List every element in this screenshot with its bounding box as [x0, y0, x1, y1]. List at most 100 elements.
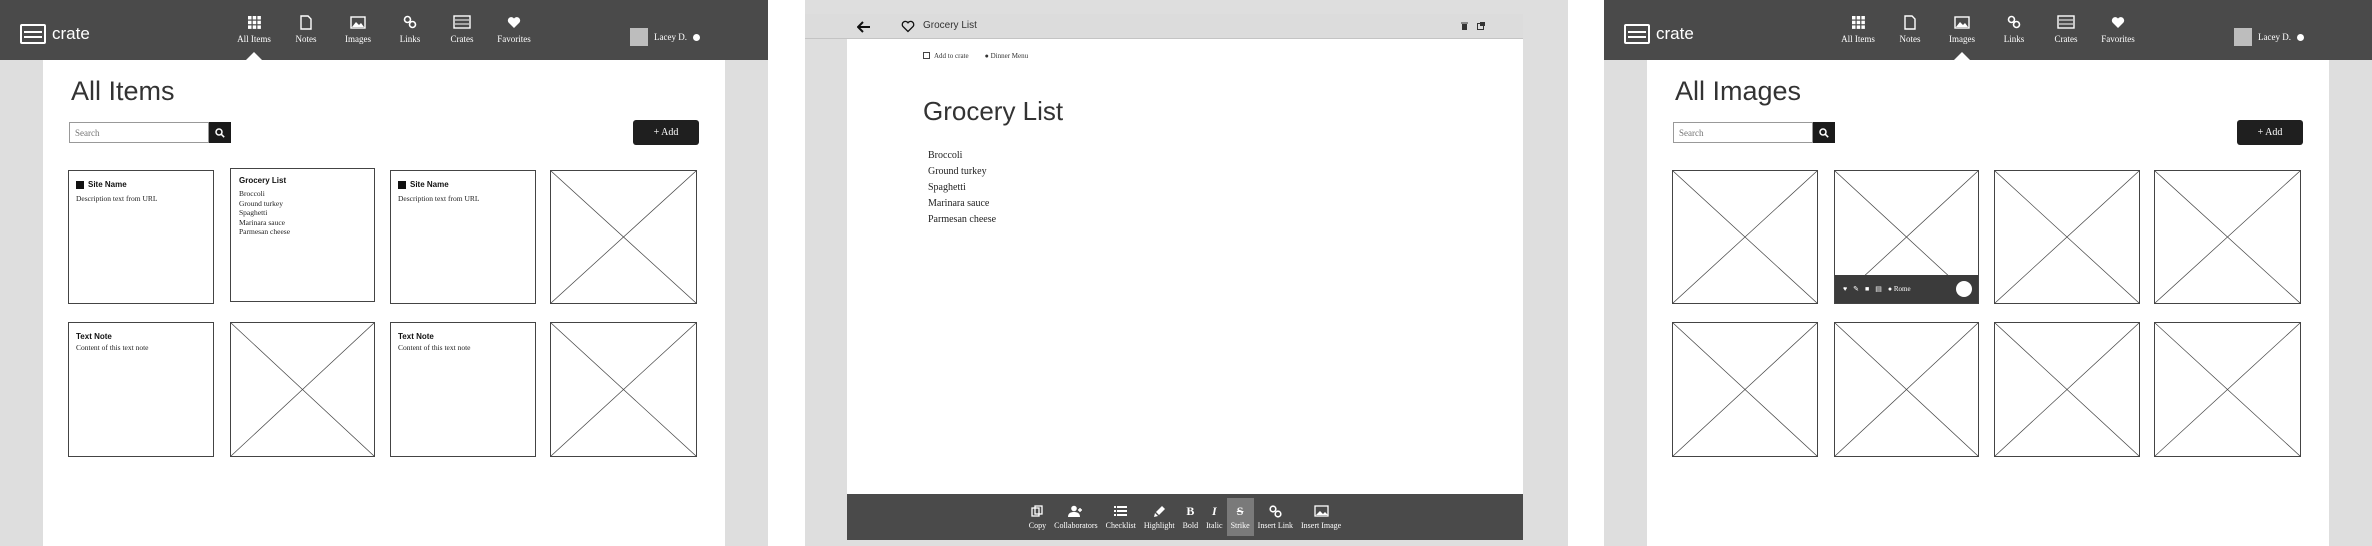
- avatar: [630, 28, 649, 46]
- tag-chip[interactable]: ● Rome: [1888, 285, 1911, 293]
- image-placeholder: [231, 323, 374, 456]
- toolbar-label: Insert Image: [1301, 521, 1342, 530]
- nav-item-links[interactable]: Links: [384, 13, 436, 60]
- note-card[interactable]: Text Note Content of this text note: [390, 322, 536, 457]
- nav-item-images[interactable]: Images: [332, 13, 384, 60]
- add-to-crate-label: Add to crate: [934, 52, 969, 60]
- nav-item-all-items[interactable]: All Items: [1832, 13, 1884, 60]
- note-icon: [1904, 13, 1916, 31]
- logo[interactable]: crate: [20, 24, 90, 44]
- image-placeholder: [1835, 323, 1978, 456]
- image-placeholder: [1995, 171, 2139, 303]
- site-favicon-icon: [398, 180, 406, 189]
- top-nav-bar: crate All Items Notes Images Links Crate…: [0, 0, 768, 61]
- nav-label: Favorites: [497, 34, 531, 44]
- editor-header-actions: [1461, 22, 1485, 30]
- search-button[interactable]: [209, 122, 231, 143]
- search-input[interactable]: [1673, 122, 1813, 143]
- user-menu[interactable]: Lacey D.: [2234, 28, 2304, 46]
- search-bar: [69, 122, 231, 143]
- nav-item-images[interactable]: Images: [1936, 13, 1988, 61]
- card-title: Text Note: [76, 332, 112, 341]
- nav-label: Images: [1949, 34, 1975, 44]
- nav-item-favorites[interactable]: Favorites: [488, 13, 540, 60]
- search-button[interactable]: [1813, 122, 1835, 143]
- link-card[interactable]: Site Name Description text from URL: [68, 170, 214, 304]
- main-content: All Items + Add Site Name Description te…: [43, 60, 725, 546]
- image-card[interactable]: [1994, 170, 2140, 304]
- strike-button[interactable]: S Strike: [1226, 498, 1254, 536]
- nav-label: Crates: [2054, 34, 2078, 44]
- toolbar-label: Checklist: [1105, 521, 1136, 530]
- note-title[interactable]: Grocery List: [923, 96, 1063, 127]
- copy-button[interactable]: Copy: [1025, 498, 1050, 536]
- image-placeholder: [1673, 171, 1817, 303]
- image-card-hovered[interactable]: ♥ ✎ ■ ▤ ● Rome: [1834, 170, 1979, 304]
- image-card[interactable]: [550, 170, 697, 304]
- add-to-crate-link[interactable]: Add to crate: [923, 52, 969, 60]
- heart-icon[interactable]: ♥: [1843, 285, 1847, 293]
- insert-link-button[interactable]: Insert Link: [1254, 498, 1297, 536]
- list-item: Ground turkey: [239, 198, 283, 208]
- note-card[interactable]: Grocery List Broccoli Ground turkey Spag…: [230, 168, 375, 302]
- image-card[interactable]: [1994, 322, 2140, 457]
- nav-label: All Items: [237, 34, 271, 44]
- trash-icon[interactable]: [1461, 22, 1468, 30]
- search-input[interactable]: [69, 122, 209, 143]
- collaborators-button[interactable]: Collaborators: [1050, 498, 1102, 536]
- back-button[interactable]: [856, 20, 871, 38]
- logo-text: crate: [52, 24, 90, 43]
- favorite-button[interactable]: [901, 20, 915, 38]
- user-menu[interactable]: Lacey D.: [630, 28, 700, 46]
- image-card[interactable]: [2154, 322, 2301, 457]
- tag-chip[interactable]: ● Dinner Menu: [985, 52, 1029, 60]
- note-body[interactable]: Broccoli Ground turkey Spaghetti Marinar…: [928, 148, 996, 228]
- card-title-text: Site Name: [88, 180, 127, 189]
- bold-button[interactable]: B Bold: [1179, 498, 1203, 536]
- image-placeholder: [551, 323, 696, 456]
- image-action-bar: ♥ ✎ ■ ▤ ● Rome: [1835, 275, 1978, 303]
- italic-button[interactable]: I Italic: [1202, 498, 1226, 536]
- add-button[interactable]: + Add: [2237, 120, 2303, 145]
- image-card[interactable]: [2154, 170, 2301, 304]
- open-external-icon[interactable]: [1477, 22, 1485, 30]
- image-card[interactable]: [1834, 322, 1979, 457]
- main-nav: All Items Notes Images Links Crates Favo…: [228, 13, 540, 61]
- logo[interactable]: crate: [1624, 24, 1694, 44]
- list-item: Spaghetti: [239, 208, 268, 217]
- nav-item-notes[interactable]: Notes: [1884, 13, 1936, 60]
- image-card[interactable]: [230, 322, 375, 457]
- nav-item-notes[interactable]: Notes: [280, 13, 332, 60]
- select-checkbox[interactable]: [1956, 281, 1972, 297]
- crate-icon[interactable]: ▤: [1875, 285, 1882, 293]
- note-card[interactable]: Text Note Content of this text note: [68, 322, 214, 457]
- search-icon: [215, 127, 225, 138]
- add-button[interactable]: + Add: [633, 120, 699, 145]
- checklist-button[interactable]: Checklist: [1102, 498, 1140, 536]
- image-card[interactable]: [550, 322, 697, 457]
- list-item: Marinara sauce: [239, 217, 286, 227]
- nav-item-all-items[interactable]: All Items: [228, 13, 280, 61]
- insert-image-button[interactable]: Insert Image: [1297, 498, 1345, 536]
- image-card[interactable]: [1672, 170, 1818, 304]
- nav-item-links[interactable]: Links: [1988, 13, 2040, 60]
- card-checklist: Broccoli Ground turkey Spaghetti Marinar…: [239, 189, 366, 237]
- image-placeholder: [2155, 323, 2300, 456]
- nav-item-crates[interactable]: Crates: [2040, 13, 2092, 60]
- image-icon: [350, 13, 366, 31]
- nav-item-favorites[interactable]: Favorites: [2092, 13, 2144, 60]
- tag-label: Rome: [1893, 285, 1911, 293]
- nav-item-crates[interactable]: Crates: [436, 13, 488, 60]
- toolbar-label: Bold: [1182, 521, 1199, 530]
- edit-icon[interactable]: ✎: [1853, 285, 1859, 293]
- gear-icon[interactable]: [693, 33, 700, 41]
- trash-icon[interactable]: ■: [1865, 285, 1869, 293]
- page-title: All Items: [71, 76, 175, 106]
- image-card[interactable]: [1672, 322, 1818, 457]
- tag-icon: ●: [984, 52, 989, 60]
- card-description: Content of this text note: [76, 343, 149, 352]
- highlight-button[interactable]: Highlight: [1140, 498, 1179, 536]
- nav-label: Notes: [295, 34, 317, 44]
- link-card[interactable]: Site Name Description text from URL: [390, 170, 536, 304]
- gear-icon[interactable]: [2297, 33, 2304, 41]
